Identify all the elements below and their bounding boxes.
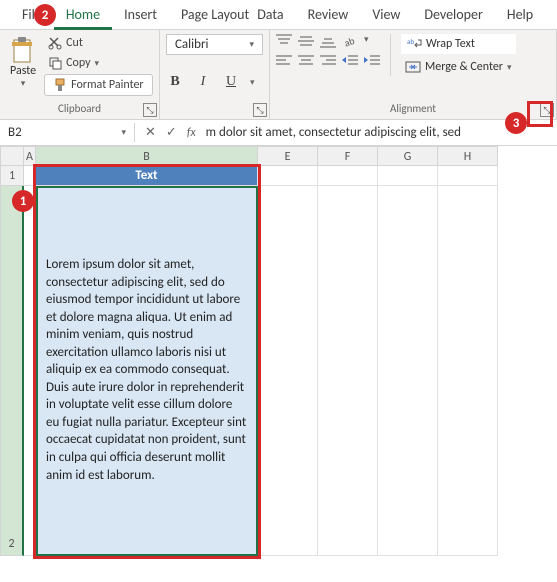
tab-review[interactable]: Review	[296, 0, 361, 29]
cell-e2[interactable]	[258, 186, 318, 556]
row-header-1[interactable]: 1	[0, 166, 24, 186]
merge-center-button[interactable]: Merge & Center ▾	[401, 58, 516, 76]
cut-label: Cut	[66, 36, 83, 50]
chevron-down-icon: ▾	[95, 58, 100, 69]
cell-b1[interactable]: Text	[36, 166, 258, 186]
group-label-clipboard: Clipboard	[6, 100, 153, 117]
tab-data[interactable]: Data	[245, 0, 295, 29]
font-name-select[interactable]: Calibri ▾	[166, 34, 263, 55]
col-header-f[interactable]: F	[318, 146, 378, 166]
name-box[interactable]: B2 ▾	[0, 123, 135, 142]
chevron-down-icon: ▾	[21, 78, 26, 89]
cell-g2[interactable]	[378, 186, 438, 556]
cell-h1[interactable]	[438, 166, 498, 186]
tab-view[interactable]: View	[360, 0, 412, 29]
wrap-text-icon: ab	[406, 37, 422, 51]
wrap-text-button[interactable]: ab Wrap Text	[401, 34, 516, 54]
align-center-icon[interactable]	[298, 54, 314, 68]
callout-3: 3	[505, 112, 527, 134]
orientation-icon[interactable]: ab	[342, 34, 358, 48]
underline-button[interactable]: U	[222, 74, 240, 90]
svg-text:ab: ab	[407, 37, 414, 46]
row-header-2[interactable]: 2	[0, 186, 24, 556]
cell-b2[interactable]: Lorem ipsum dolor sit amet, consectetur …	[36, 186, 258, 556]
enter-icon[interactable]: ✓	[166, 125, 177, 140]
svg-text:ab: ab	[342, 34, 356, 48]
fx-icon[interactable]: fx	[187, 126, 196, 140]
col-header-e[interactable]: E	[258, 146, 318, 166]
cell-f2[interactable]	[318, 186, 378, 556]
align-bottom-icon[interactable]	[320, 34, 336, 48]
align-right-icon[interactable]	[320, 54, 336, 68]
format-painter-label: Format Painter	[71, 78, 144, 92]
tab-developer[interactable]: Developer	[412, 0, 494, 29]
callout-2: 2	[34, 4, 56, 26]
paste-button[interactable]: Paste ▾	[6, 34, 40, 96]
italic-button[interactable]: I	[194, 74, 212, 90]
group-font: Calibri ▾ B I U ▾ ⤡	[160, 30, 270, 119]
ribbon-tabs: File Home Insert Page Layout Data Review…	[0, 0, 557, 30]
merge-center-label: Merge & Center	[425, 60, 503, 74]
group-alignment: ab ▾ ab Wrap Text Merge & Center ▾	[270, 30, 557, 119]
callout-1: 1	[12, 190, 34, 212]
ribbon: Paste ▾ Cut Copy ▾ Format Painter C	[0, 30, 557, 120]
clipboard-dialog-launcher[interactable]: ⤡	[143, 103, 157, 117]
brush-icon	[53, 78, 67, 92]
col-header-a[interactable]: A	[24, 146, 36, 166]
scissors-icon	[48, 36, 62, 50]
merge-icon	[405, 60, 421, 74]
decrease-indent-icon[interactable]	[342, 54, 358, 68]
tab-insert[interactable]: Insert	[112, 0, 169, 29]
cancel-icon[interactable]: ✕	[145, 125, 156, 140]
worksheet: 1 2 A B E F G H Text Lorem ipsum dolor s…	[0, 146, 557, 556]
col-header-h[interactable]: H	[438, 146, 498, 166]
group-clipboard: Paste ▾ Cut Copy ▾ Format Painter C	[0, 30, 160, 119]
font-name-value: Calibri	[175, 37, 208, 52]
font-dialog-launcher[interactable]: ⤡	[253, 103, 267, 117]
annotation-box-3	[527, 101, 553, 127]
cell-g1[interactable]	[378, 166, 438, 186]
formula-bar-row: B2 ▾ ✕ ✓ fx m dolor sit amet, consectetu…	[0, 120, 557, 146]
cell-e1[interactable]	[258, 166, 318, 186]
bold-button[interactable]: B	[166, 74, 184, 90]
tab-help[interactable]: Help	[495, 0, 545, 29]
copy-label: Copy	[66, 56, 90, 70]
increase-indent-icon[interactable]	[364, 54, 380, 68]
select-all-corner[interactable]	[0, 146, 24, 166]
copy-icon	[48, 56, 62, 70]
chevron-down-icon: ▾	[507, 62, 512, 73]
align-left-icon[interactable]	[276, 54, 292, 68]
col-header-b[interactable]: B	[36, 146, 258, 166]
name-box-value: B2	[8, 125, 22, 140]
chevron-down-icon: ▾	[250, 77, 255, 88]
align-top-icon[interactable]	[276, 34, 292, 48]
align-middle-icon[interactable]	[298, 34, 314, 48]
tab-home[interactable]: Home	[54, 0, 112, 30]
copy-button[interactable]: Copy ▾	[44, 54, 153, 72]
cell-h2[interactable]	[438, 186, 498, 556]
cell-a1[interactable]	[24, 166, 36, 186]
chevron-down-icon: ▾	[364, 34, 369, 48]
wrap-text-label: Wrap Text	[426, 37, 475, 51]
formula-bar-text[interactable]: m dolor sit amet, consectetur adipiscing…	[206, 125, 461, 140]
cell-f1[interactable]	[318, 166, 378, 186]
chevron-down-icon: ▾	[249, 39, 254, 50]
paste-icon	[10, 36, 36, 64]
cut-button[interactable]: Cut	[44, 34, 153, 52]
cell-a2[interactable]	[24, 186, 36, 556]
format-painter-button[interactable]: Format Painter	[44, 74, 153, 96]
paste-label: Paste	[10, 64, 36, 78]
chevron-down-icon: ▾	[121, 127, 126, 138]
col-header-g[interactable]: G	[378, 146, 438, 166]
